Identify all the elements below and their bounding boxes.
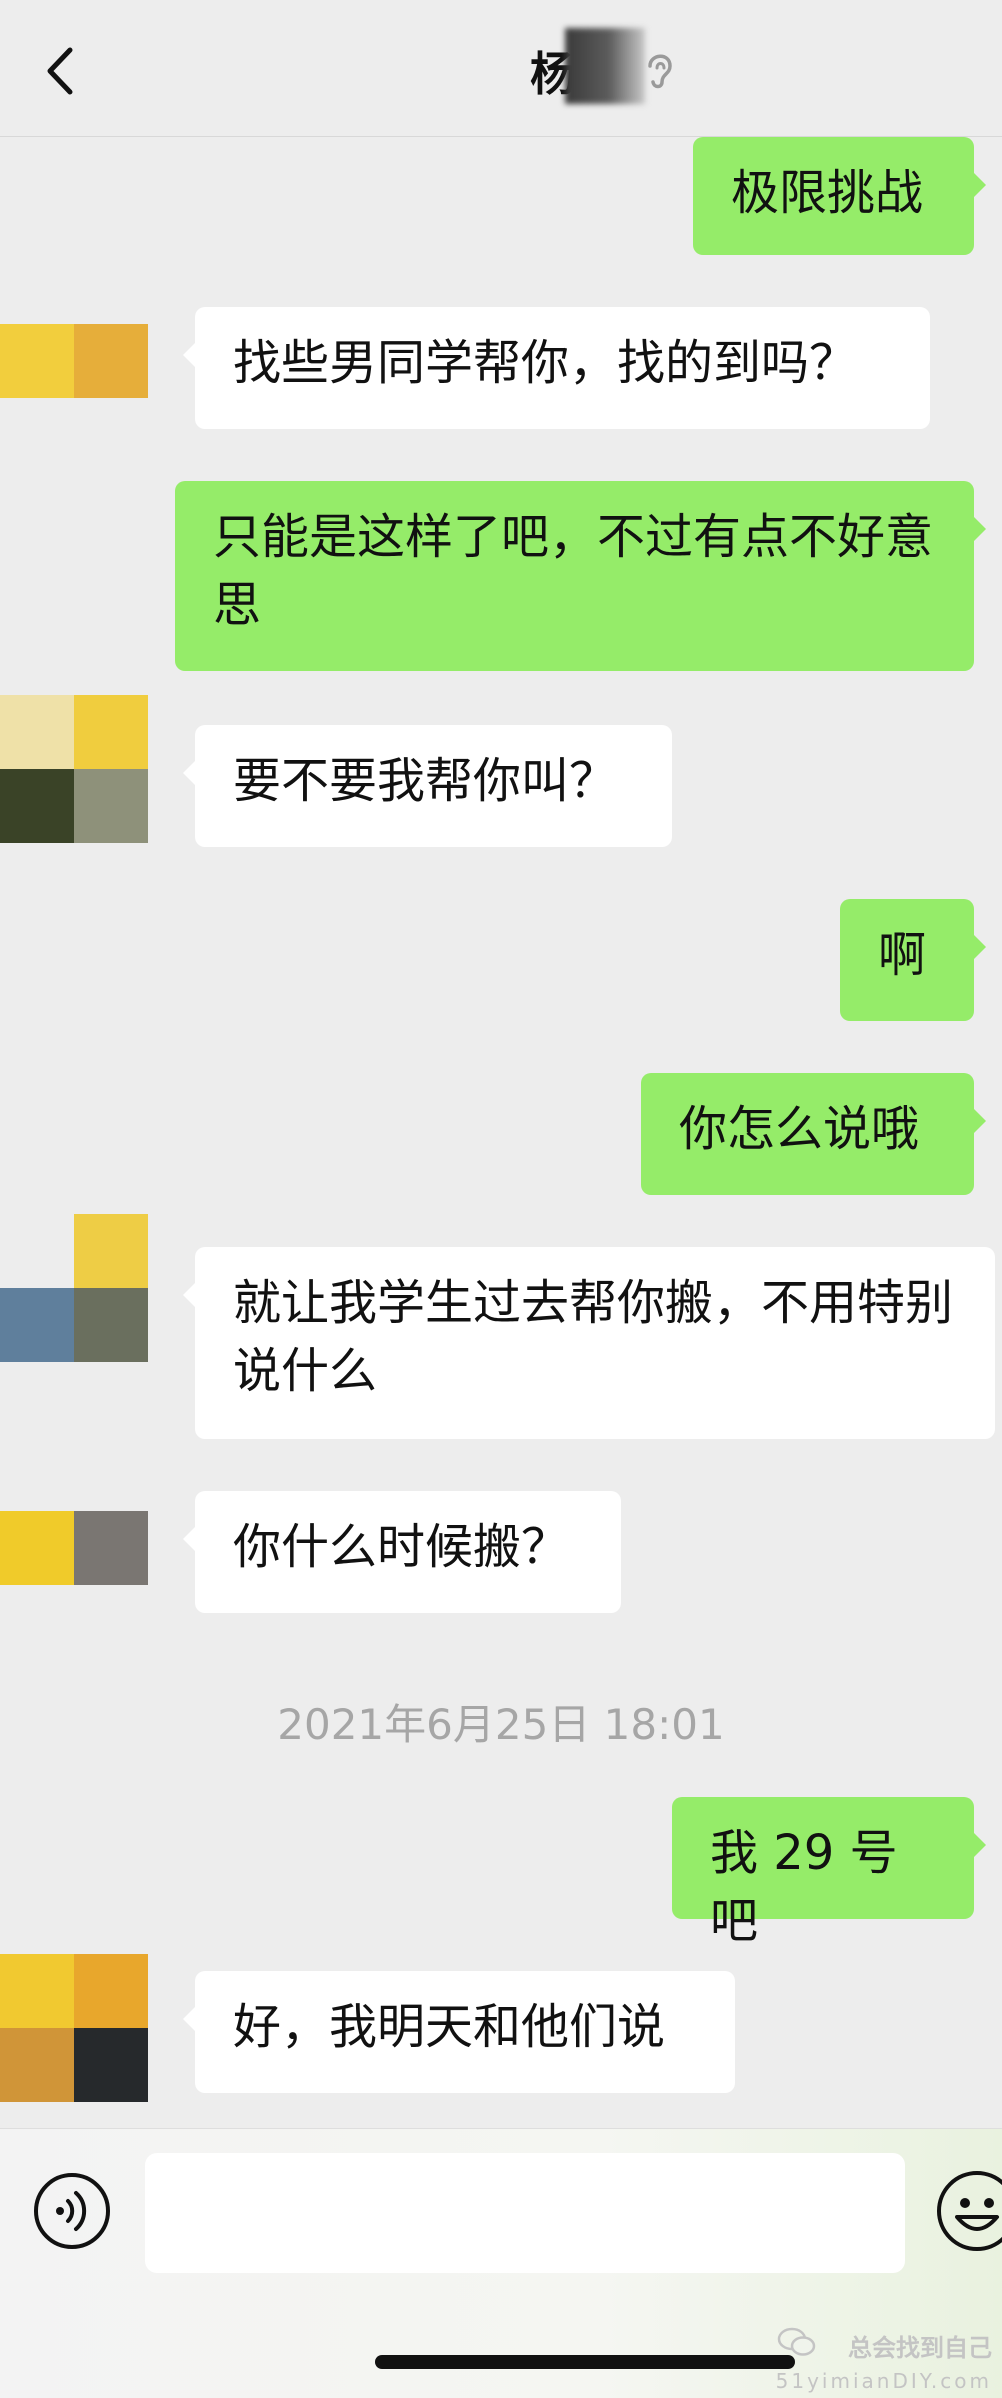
message-text: 你怎么说哦 bbox=[679, 1101, 920, 1157]
emoji-icon[interactable] bbox=[935, 2169, 1002, 2253]
message-text: 要不要我帮你叫？ bbox=[233, 753, 618, 809]
message-text: 就让我学生过去帮你搬，不用特别说什么 bbox=[233, 1275, 954, 1399]
avatar[interactable] bbox=[0, 695, 148, 843]
avatar[interactable] bbox=[0, 1214, 148, 1362]
avatar[interactable] bbox=[0, 1511, 148, 1585]
chevron-left-icon[interactable] bbox=[38, 36, 88, 106]
message-bubble[interactable]: 就让我学生过去帮你搬，不用特别说什么 bbox=[183, 1247, 995, 1439]
message-text: 找些男同学帮你，找的到吗？ bbox=[233, 335, 858, 391]
message-text: 极限挑战 bbox=[731, 165, 924, 221]
message-bubble[interactable]: 你什么时候搬？ bbox=[183, 1491, 621, 1613]
message-list[interactable]: 极限挑战 找些男同学帮你，找的到吗？ 只能是这样了吧，不过有点不好意思 要不要我… bbox=[0, 137, 1002, 2127]
message-bubble[interactable]: 极限挑战 bbox=[693, 137, 986, 255]
watermark-site: 51yimianDIY.com bbox=[775, 2369, 992, 2393]
message-bubble[interactable]: 啊 bbox=[840, 899, 986, 1021]
ear-icon bbox=[648, 54, 672, 89]
name-redaction bbox=[565, 28, 645, 104]
message-input[interactable] bbox=[145, 2153, 905, 2273]
avatar[interactable] bbox=[0, 324, 148, 398]
message-bubble[interactable]: 只能是这样了吧，不过有点不好意思 bbox=[175, 481, 986, 671]
message-timestamp: 2021年6月25日 18:01 bbox=[277, 1700, 725, 1749]
message-text: 我 29 号吧 bbox=[710, 1825, 898, 1949]
watermark: 总会找到自己 51yimianDIY.com bbox=[776, 2328, 992, 2393]
voice-icon[interactable] bbox=[32, 2171, 112, 2251]
message-text: 只能是这样了吧，不过有点不好意思 bbox=[213, 509, 934, 633]
message-bubble[interactable]: 好，我明天和他们说 bbox=[183, 1971, 735, 2093]
avatar[interactable] bbox=[0, 1954, 148, 2102]
message-bubble[interactable]: 找些男同学帮你，找的到吗？ bbox=[183, 307, 930, 429]
chat-header: 杨 bbox=[0, 0, 1002, 137]
message-bubble[interactable]: 要不要我帮你叫？ bbox=[183, 725, 672, 847]
watermark-name: 总会找到自己 bbox=[848, 2334, 992, 2362]
message-text: 你什么时候搬？ bbox=[233, 1519, 570, 1575]
message-bubble[interactable]: 你怎么说哦 bbox=[641, 1073, 986, 1195]
message-bubble[interactable]: 我 29 号吧 bbox=[672, 1797, 986, 1949]
message-text: 好，我明天和他们说 bbox=[233, 1999, 666, 2055]
home-indicator[interactable] bbox=[375, 2355, 795, 2369]
message-text: 啊 bbox=[878, 927, 927, 983]
